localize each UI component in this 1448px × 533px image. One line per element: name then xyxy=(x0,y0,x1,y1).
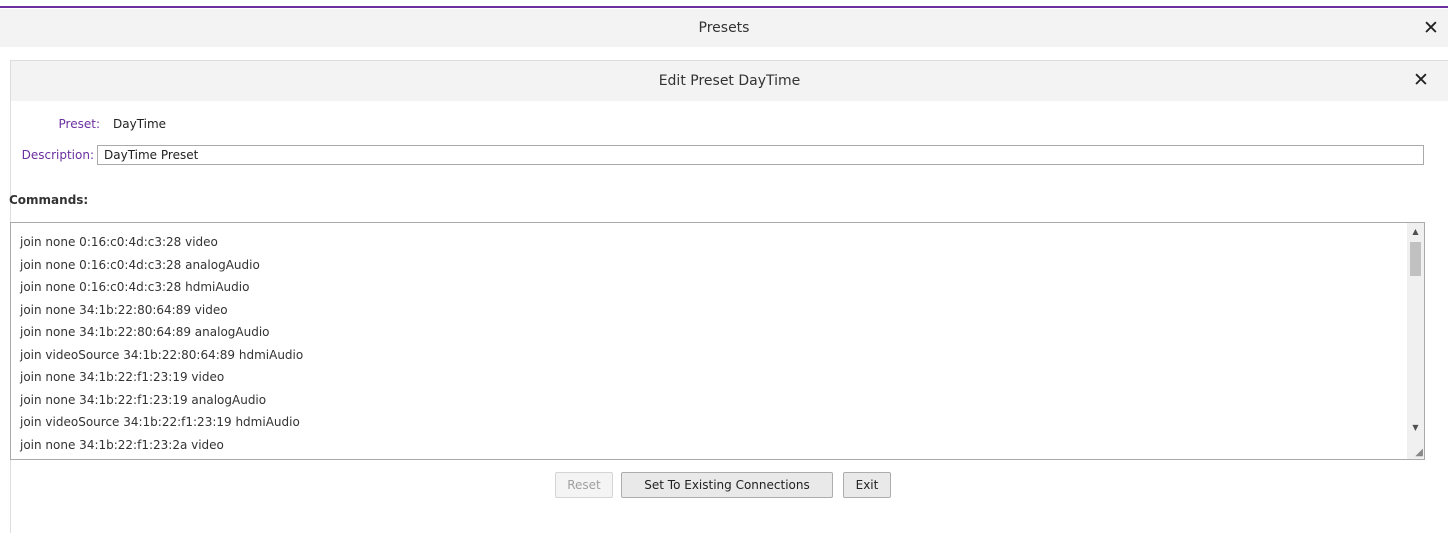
preset-label: Preset: xyxy=(58,117,100,131)
edit-preset-dialog-header: Edit Preset DayTime ✕ xyxy=(11,61,1448,101)
presets-window-header: Presets ✕ xyxy=(0,9,1448,47)
command-line: join none 34:1b:22:80:64:89 analogAudio xyxy=(20,325,270,339)
close-icon[interactable]: ✕ xyxy=(1413,71,1429,90)
resize-grip-icon[interactable]: ◢ xyxy=(1413,448,1423,458)
description-input[interactable] xyxy=(97,145,1424,165)
edit-preset-dialog-title: Edit Preset DayTime xyxy=(658,73,801,89)
command-line: join videoSource 34:1b:22:80:64:89 hdmiA… xyxy=(20,347,304,362)
command-line: join none 0:16:c0:4d:c3:28 hdmiAudio xyxy=(20,280,250,294)
scroll-down-icon[interactable]: ▼ xyxy=(1407,419,1424,436)
top-accent-bar xyxy=(0,0,1448,8)
command-line: join none 34:1b:22:f1:23:19 video xyxy=(20,370,225,384)
command-line: join none 0:16:c0:4d:c3:28 analogAudio xyxy=(20,257,260,272)
command-line: join none 0:16:c0:4d:c3:28 video xyxy=(20,235,218,249)
set-to-existing-connections-button[interactable]: Set To Existing Connections xyxy=(621,472,833,498)
reset-button[interactable]: Reset xyxy=(555,472,613,498)
commands-scrollbar[interactable]: ▲ ▼ xyxy=(1407,223,1424,459)
exit-button[interactable]: Exit xyxy=(843,472,891,498)
preset-value: DayTime xyxy=(113,117,167,131)
command-line: join none 34:1b:22:f1:23:19 analogAudio xyxy=(20,392,267,407)
presets-window-title: Presets xyxy=(698,20,750,36)
commands-list: join none 0:16:c0:4d:c3:28 video join non… xyxy=(20,231,303,456)
close-icon[interactable]: ✕ xyxy=(1423,19,1439,38)
command-line: join none 34:1b:22:80:64:89 video xyxy=(20,302,228,317)
command-line: join none 34:1b:22:f1:23:2a video xyxy=(20,437,224,452)
scroll-up-icon[interactable]: ▲ xyxy=(1407,223,1424,240)
commands-heading: Commands: xyxy=(9,193,89,207)
description-label: Description: xyxy=(21,148,94,162)
scroll-thumb[interactable] xyxy=(1410,242,1421,276)
commands-textarea[interactable]: join none 0:16:c0:4d:c3:28 video join non… xyxy=(10,222,1425,460)
command-line: join videoSource 34:1b:22:f1:23:19 hdmiA… xyxy=(20,415,300,429)
